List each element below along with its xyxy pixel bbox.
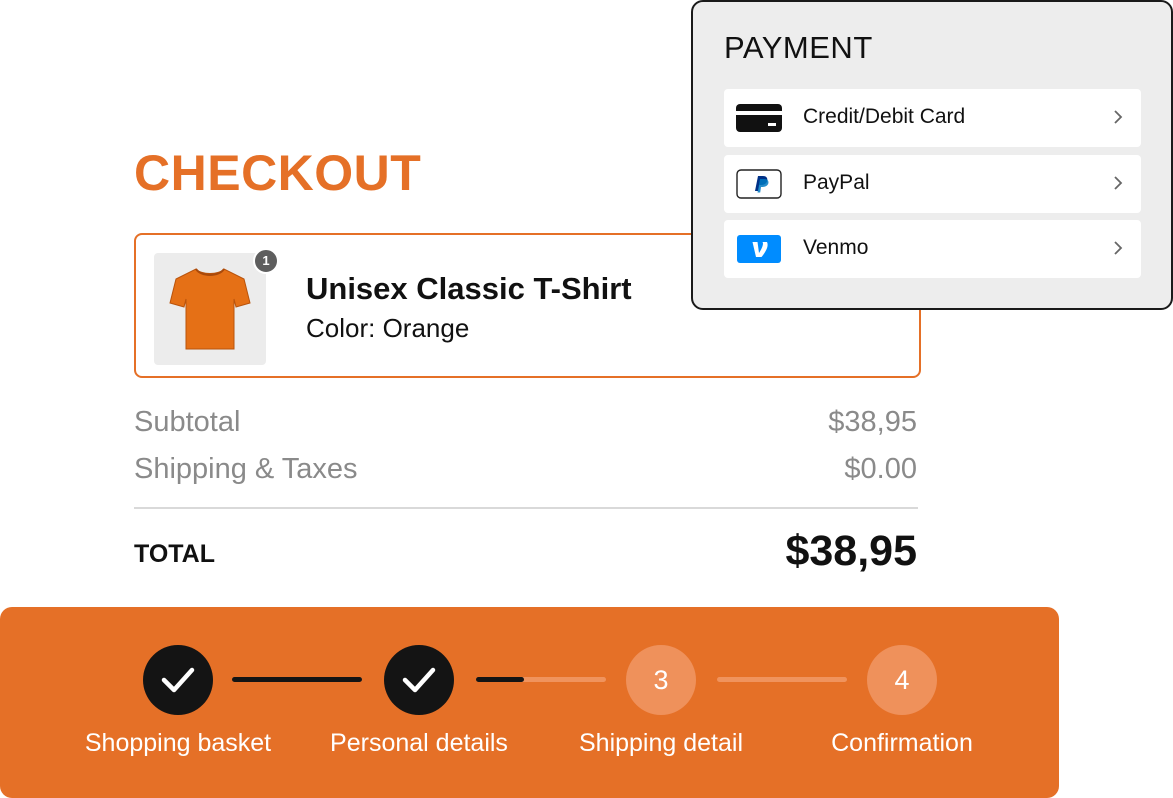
step-4-number[interactable]: 4 [867, 645, 937, 715]
payment-option-paypal[interactable]: PayPal [724, 155, 1141, 213]
chevron-right-icon [1114, 241, 1123, 255]
credit-card-icon [736, 104, 782, 132]
quantity-badge: 1 [253, 248, 279, 274]
venmo-icon [737, 235, 781, 263]
payment-option-label: PayPal [803, 171, 870, 194]
step-label-confirmation: Confirmation [831, 729, 973, 757]
subtotal-row: Subtotal $38,95 [134, 406, 917, 439]
chevron-right-icon [1114, 176, 1123, 190]
shipping-row: Shipping & Taxes $0.00 [134, 453, 917, 486]
step-label-personal-details: Personal details [330, 729, 508, 757]
product-image [154, 253, 266, 365]
orange-tshirt-icon [169, 268, 251, 350]
shipping-label: Shipping & Taxes [134, 453, 358, 485]
payment-option-label: Credit/Debit Card [803, 105, 966, 128]
step-label-shipping-detail: Shipping detail [578, 729, 743, 757]
payment-option-label: Venmo [803, 236, 869, 259]
checkout-progress-stepper: 3 4 Shopping basket Personal details Shi… [0, 607, 1059, 798]
total-value: $38,95 [785, 527, 917, 575]
step-connector-fill [476, 677, 525, 682]
subtotal-label: Subtotal [134, 406, 241, 438]
chevron-right-icon [1114, 110, 1123, 124]
payment-option-venmo[interactable]: Venmo [724, 220, 1141, 278]
step-connector [232, 677, 362, 682]
step-label-shopping-basket: Shopping basket [84, 729, 272, 757]
payment-panel: PAYMENT Credit/Debit Card PayPal Venmo [691, 0, 1173, 310]
product-name: Unisex Classic T-Shirt [306, 271, 632, 306]
step-1-complete[interactable] [143, 645, 213, 715]
shipping-value: $0.00 [844, 453, 917, 485]
payment-option-card[interactable]: Credit/Debit Card [724, 89, 1141, 147]
step-connector-fill [232, 677, 362, 682]
checkout-page: CHECKOUT 1 Unisex Classic T-Shirt Color:… [0, 0, 1173, 798]
step-3-number[interactable]: 3 [626, 645, 696, 715]
page-title: CHECKOUT [134, 145, 422, 201]
payment-title: PAYMENT [724, 30, 873, 65]
total-label: TOTAL [134, 540, 216, 568]
checkmark-icon [161, 667, 195, 693]
checkmark-icon [402, 667, 436, 693]
step-connector [476, 677, 606, 682]
subtotal-value: $38,95 [828, 406, 917, 438]
product-color: Color: Orange [306, 313, 470, 343]
paypal-icon [736, 169, 782, 199]
summary-divider [134, 507, 918, 509]
step-2-complete[interactable] [384, 645, 454, 715]
step-connector [717, 677, 847, 682]
